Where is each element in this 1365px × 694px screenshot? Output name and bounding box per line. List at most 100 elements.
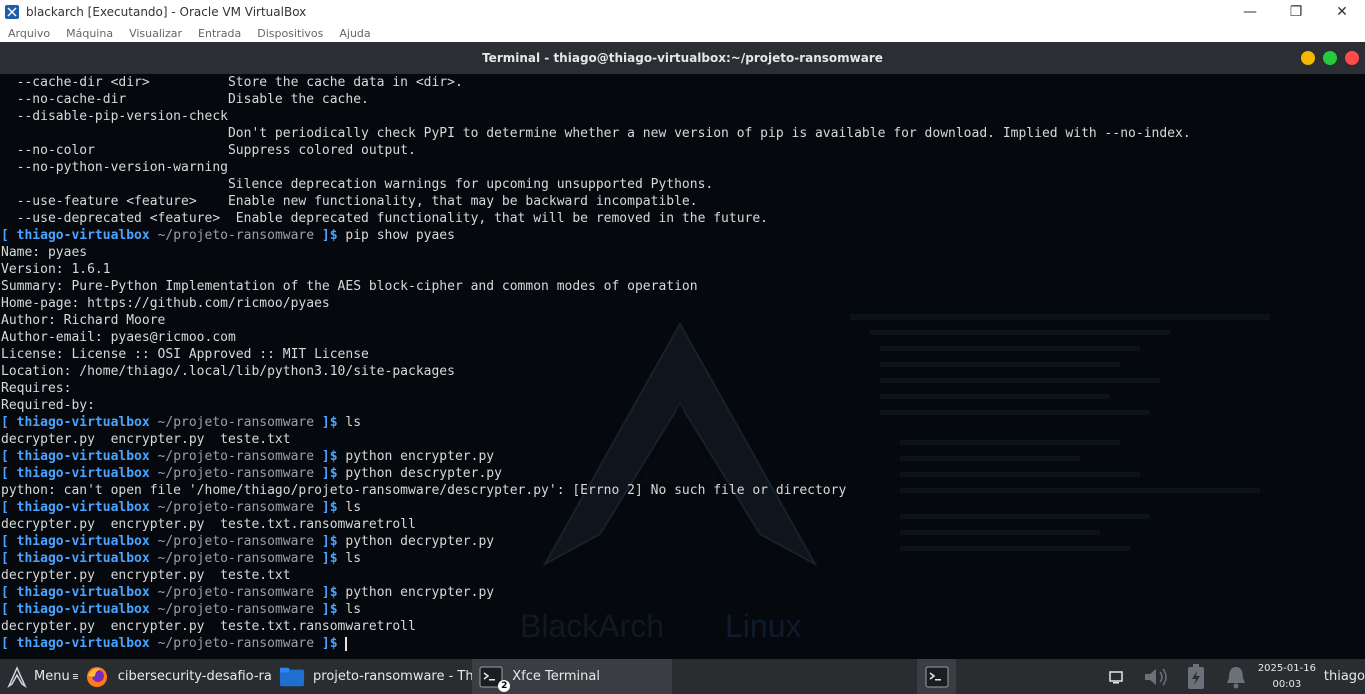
- prompt-open-bracket: [: [1, 636, 17, 651]
- prompt-open-bracket: [: [1, 602, 17, 617]
- terminal-output-line: decrypter.py encrypter.py teste.txt.rans…: [1, 516, 1191, 533]
- menu-ajuda[interactable]: Ajuda: [331, 27, 378, 40]
- terminal-output-line: --use-deprecated <feature> Enable deprec…: [1, 210, 1191, 227]
- terminal-prompt-line: [ thiago-virtualbox ~/projeto-ransomware…: [1, 584, 1191, 601]
- prompt-open-bracket: [: [1, 466, 17, 481]
- taskbar-item-label: projeto-ransomware - Th...: [313, 669, 473, 684]
- terminal-prompt-line: [ thiago-virtualbox ~/projeto-ransomware…: [1, 448, 1191, 465]
- taskbar-spacer: [672, 659, 917, 694]
- output-text: Requires:: [1, 381, 72, 396]
- terminal-output-line: --no-cache-dir Disable the cache.: [1, 91, 1191, 108]
- terminal-output-line: --no-color Suppress colored output.: [1, 142, 1191, 159]
- prompt-path: ~/projeto-ransomware: [149, 602, 322, 617]
- virtualbox-icon: [5, 5, 19, 19]
- prompt-open-bracket: [: [1, 585, 17, 600]
- volume-icon[interactable]: [1136, 665, 1176, 689]
- taskbar-item-file-manager[interactable]: projeto-ransomware - Th...: [273, 659, 472, 694]
- prompt-path: ~/projeto-ransomware: [149, 585, 322, 600]
- battery-icon[interactable]: [1176, 663, 1216, 691]
- output-text: Required-by:: [1, 398, 95, 413]
- terminal-prompt-line: [ thiago-virtualbox ~/projeto-ransomware…: [1, 465, 1191, 482]
- restore-button[interactable]: ❐: [1273, 0, 1319, 24]
- command-text: ls: [345, 602, 362, 617]
- prompt-close-bracket: ]$: [321, 449, 346, 464]
- prompt-hostname: thiago-virtualbox: [16, 449, 150, 464]
- output-text: --use-feature <feature> Enable new funct…: [1, 194, 698, 209]
- folder-icon: [279, 664, 305, 690]
- terminal-prompt-line: [ thiago-virtualbox ~/projeto-ransomware…: [1, 550, 1191, 567]
- terminal-output[interactable]: BlackArch Linux --cache-dir <dir> Store …: [0, 74, 1365, 659]
- whisker-menu-button[interactable]: Menu ≡: [0, 659, 78, 694]
- terminal-output-line: Home-page: https://github.com/ricmoo/pya…: [1, 295, 1191, 312]
- prompt-path: ~/projeto-ransomware: [149, 466, 322, 481]
- minimize-dot-button[interactable]: [1301, 51, 1315, 65]
- blackarch-logo-icon: [4, 664, 30, 690]
- prompt-open-bracket: [: [1, 534, 17, 549]
- prompt-open-bracket: [: [1, 551, 17, 566]
- terminal-output-line: --cache-dir <dir> Store the cache data i…: [1, 74, 1191, 91]
- prompt-path: ~/projeto-ransomware: [149, 415, 322, 430]
- user-name[interactable]: thiago: [1318, 669, 1365, 684]
- menu-arquivo[interactable]: Arquivo: [0, 27, 58, 40]
- menu-dispositivos[interactable]: Dispositivos: [249, 27, 331, 40]
- terminal-titlebar[interactable]: Terminal - thiago@thiago-virtualbox:~/pr…: [0, 42, 1365, 74]
- close-button[interactable]: ✕: [1319, 0, 1365, 24]
- terminal-output-line: decrypter.py encrypter.py teste.txt: [1, 431, 1191, 448]
- terminal-output-line: --use-feature <feature> Enable new funct…: [1, 193, 1191, 210]
- host-window-titlebar: blackarch [Executando] - Oracle VM Virtu…: [0, 0, 1365, 24]
- terminal-output-line: Author-email: pyaes@ricmoo.com: [1, 329, 1191, 346]
- clock-date: 2025-01-16: [1257, 662, 1316, 674]
- prompt-path: ~/projeto-ransomware: [149, 500, 322, 515]
- terminal-launcher[interactable]: [916, 659, 957, 694]
- terminal-output-line: Don't periodically check PyPI to determi…: [1, 125, 1191, 142]
- prompt-hostname: thiago-virtualbox: [16, 602, 150, 617]
- terminal-prompt-line: [ thiago-virtualbox ~/projeto-ransomware…: [1, 414, 1191, 431]
- prompt-close-bracket: ]$: [321, 551, 346, 566]
- command-text: python encrypter.py: [345, 449, 495, 464]
- menu-maquina[interactable]: Máquina: [58, 27, 121, 40]
- command-text: python descrypter.py: [345, 466, 502, 481]
- command-text: python encrypter.py: [345, 585, 495, 600]
- prompt-close-bracket: ]$: [321, 466, 346, 481]
- terminal-output-line: --disable-pip-version-check: [1, 108, 1191, 125]
- output-text: Version: 1.6.1: [1, 262, 111, 277]
- menu-entrada[interactable]: Entrada: [190, 27, 249, 40]
- output-text: Name: pyaes: [1, 245, 88, 260]
- output-text: decrypter.py encrypter.py teste.txt: [1, 568, 291, 583]
- prompt-hostname: thiago-virtualbox: [16, 534, 150, 549]
- prompt-hostname: thiago-virtualbox: [16, 636, 150, 651]
- menu-visualizar[interactable]: Visualizar: [121, 27, 190, 40]
- prompt-hostname: thiago-virtualbox: [16, 551, 150, 566]
- terminal-output-line: Summary: Pure-Python Implementation of t…: [1, 278, 1191, 295]
- prompt-open-bracket: [: [1, 449, 17, 464]
- output-text: --no-color Suppress colored output.: [1, 143, 416, 158]
- minimize-button[interactable]: —: [1227, 0, 1273, 24]
- window-count-badge: 2: [498, 679, 511, 692]
- prompt-path: ~/projeto-ransomware: [149, 534, 322, 549]
- close-dot-button[interactable]: [1345, 51, 1359, 65]
- output-text: License: License :: OSI Approved :: MIT …: [1, 347, 369, 362]
- maximize-dot-button[interactable]: [1323, 51, 1337, 65]
- output-text: Author: Richard Moore: [1, 313, 166, 328]
- output-text: Author-email: pyaes@ricmoo.com: [1, 330, 236, 345]
- output-text: Home-page: https://github.com/ricmoo/pya…: [1, 296, 330, 311]
- output-text: python: can't open file '/home/thiago/pr…: [1, 483, 847, 498]
- clock[interactable]: 2025-01-16 00:03: [1256, 661, 1318, 693]
- taskbar-item-terminal[interactable]: 2 Xfce Terminal: [472, 659, 672, 694]
- prompt-close-bracket: ]$: [321, 636, 346, 651]
- command-text: python decrypter.py: [345, 534, 495, 549]
- taskbar: Menu ≡ cibersecurity-desafio-ran... proj…: [0, 659, 1365, 694]
- terminal-prompt-line: [ thiago-virtualbox ~/projeto-ransomware…: [1, 533, 1191, 550]
- prompt-path: ~/projeto-ransomware: [149, 228, 322, 243]
- output-text: --use-deprecated <feature> Enable deprec…: [1, 211, 769, 226]
- notifications-bell-icon[interactable]: [1216, 664, 1256, 690]
- taskbar-item-firefox[interactable]: cibersecurity-desafio-ran...: [78, 659, 273, 694]
- output-text: --disable-pip-version-check: [1, 109, 228, 124]
- terminal-icon: 2: [478, 664, 511, 692]
- prompt-close-bracket: ]$: [321, 534, 346, 549]
- show-desktop-icon[interactable]: [1096, 669, 1136, 685]
- terminal-output-line: Author: Richard Moore: [1, 312, 1191, 329]
- system-tray: 2025-01-16 00:03 thiago: [1096, 659, 1365, 694]
- prompt-close-bracket: ]$: [321, 228, 346, 243]
- terminal-output-line: decrypter.py encrypter.py teste.txt: [1, 567, 1191, 584]
